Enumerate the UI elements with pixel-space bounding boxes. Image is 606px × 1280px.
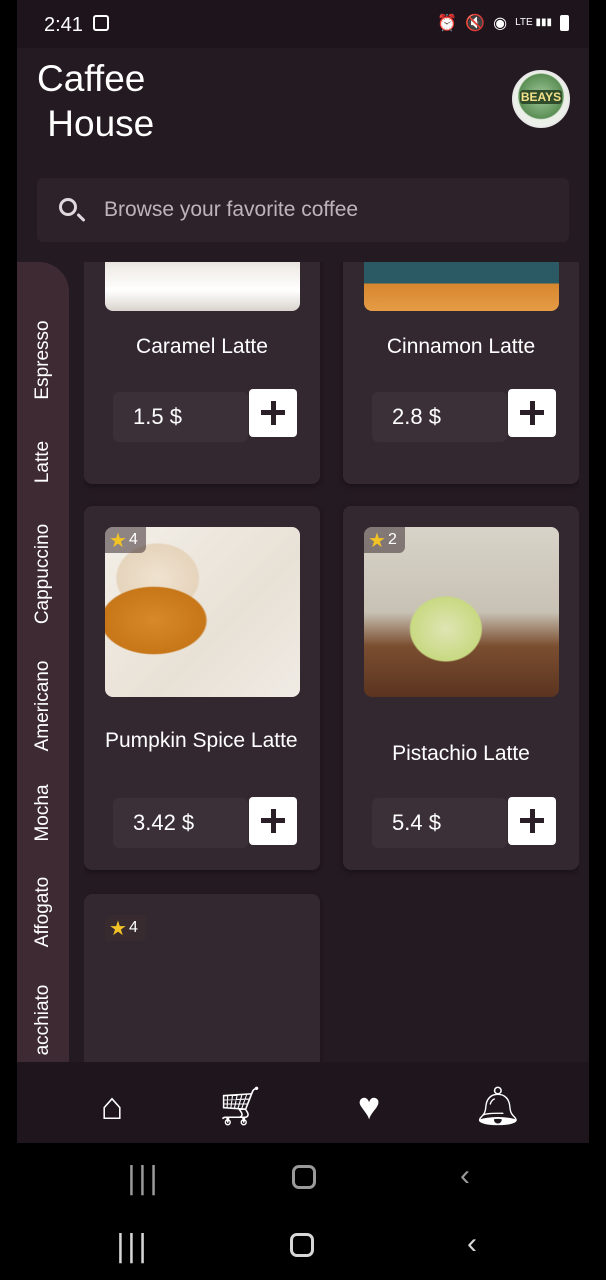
recents-button[interactable]: |||: [102, 1229, 162, 1264]
category-americano[interactable]: Americano: [17, 661, 69, 752]
home-button[interactable]: [274, 1163, 334, 1197]
product-image: ★ 2: [364, 527, 559, 697]
product-name: Pumpkin Spice Latte: [105, 729, 298, 752]
system-navigation-bar: ||| ‹ ||| ‹: [0, 1143, 606, 1280]
home-square-icon: [292, 1165, 316, 1189]
product-image: ★ 4: [105, 915, 300, 1062]
category-latte[interactable]: Latte: [17, 441, 69, 483]
search-icon: [59, 198, 77, 216]
add-to-cart-button[interactable]: [508, 797, 556, 845]
back-button[interactable]: ‹: [442, 1227, 502, 1261]
category-macchiato[interactable]: acchiato: [17, 985, 69, 1056]
product-card[interactable]: Caramel Latte 1.5 $: [84, 262, 320, 484]
category-label: Mocha: [32, 784, 53, 842]
rating-value: 2: [387, 531, 397, 548]
avatar[interactable]: BEAYS: [512, 70, 570, 128]
back-button[interactable]: ‹: [435, 1159, 495, 1193]
price-box: 3.42 $: [113, 798, 248, 848]
page-title: Caffee House: [37, 58, 155, 144]
status-bar: 2:41 ⏰ 🔇 ◉ LTE ▮▮▮: [17, 0, 589, 48]
category-sidebar: Espresso Latte Cappuccino Americano Moch…: [17, 262, 69, 1062]
product-name: Cinnamon Latte: [386, 335, 536, 358]
status-time: 2:41: [44, 14, 83, 36]
product-image: [105, 262, 300, 311]
category-label: Espresso: [32, 320, 53, 400]
favorite-icon[interactable]: ♥: [339, 1062, 399, 1143]
product-card[interactable]: ★ 2 Pistachio Latte 5.4 $: [343, 506, 579, 870]
rating-badge: ★ 4: [105, 527, 146, 553]
star-icon: ★: [109, 917, 127, 940]
avatar-logo-text: BEAYS: [520, 90, 562, 104]
home-icon[interactable]: ⌂: [82, 1062, 142, 1143]
category-label: Affogato: [32, 876, 53, 948]
rating-value: 4: [128, 919, 138, 936]
home-square-icon: [290, 1233, 314, 1257]
lte-signal-icon: LTE ▮▮▮: [515, 17, 552, 28]
add-to-cart-button[interactable]: [249, 797, 297, 845]
status-icons: ⏰ 🔇 ◉ LTE ▮▮▮: [437, 13, 569, 33]
category-label: Latte: [32, 440, 53, 484]
product-name: Pistachio Latte: [392, 742, 530, 765]
category-label: acchiato: [32, 984, 53, 1056]
product-card[interactable]: ★ 4 Pumpkin Spice Latte 3.42 $: [84, 506, 320, 870]
search-input[interactable]: [104, 178, 544, 242]
hotspot-icon: ◉: [493, 15, 508, 32]
alarm-icon: ⏰: [437, 15, 458, 32]
category-affogato[interactable]: Affogato: [17, 877, 69, 947]
bottom-navigation: ⌂ 🛒︎ ♥ 🔔︎: [17, 1062, 589, 1143]
category-espresso[interactable]: Espresso: [17, 320, 69, 399]
category-label: Americano: [32, 660, 53, 752]
category-label: Cappuccino: [32, 523, 53, 625]
notification-icon[interactable]: 🔔︎: [468, 1062, 528, 1143]
product-grid: Caramel Latte 1.5 $ Cinnamon Latte 2.8 $…: [84, 262, 579, 1062]
add-to-cart-button[interactable]: [249, 389, 297, 437]
price-box: 1.5 $: [113, 392, 248, 442]
rating-value: 4: [128, 531, 138, 548]
recents-button[interactable]: |||: [113, 1161, 173, 1196]
mute-icon: 🔇: [465, 15, 486, 32]
rating-badge: ★ 4: [105, 915, 146, 941]
home-button[interactable]: [272, 1231, 332, 1265]
product-image: ★ 4: [105, 527, 300, 697]
star-icon: ★: [109, 529, 127, 552]
search-bar[interactable]: [37, 178, 569, 242]
app-screen: 2:41 ⏰ 🔇 ◉ LTE ▮▮▮ Caffee House BEAYS Es…: [17, 0, 589, 1143]
product-price: 3.42 $: [133, 810, 195, 835]
product-price: 1.5 $: [133, 404, 182, 429]
product-image: [364, 262, 559, 311]
product-card[interactable]: ★ 4: [84, 894, 320, 1062]
category-cappuccino[interactable]: Cappuccino: [17, 524, 69, 624]
cart-icon[interactable]: 🛒︎: [210, 1062, 270, 1143]
battery-icon: [560, 15, 569, 31]
price-box: 5.4 $: [372, 798, 507, 848]
price-box: 2.8 $: [372, 392, 507, 442]
screenshot-icon: [93, 15, 109, 31]
product-name: Caramel Latte: [136, 335, 268, 358]
lte-label: LTE: [515, 17, 533, 28]
product-price: 5.4 $: [392, 810, 441, 835]
rating-badge: ★ 2: [364, 527, 405, 553]
product-price: 2.8 $: [392, 404, 441, 429]
product-card[interactable]: Cinnamon Latte 2.8 $: [343, 262, 579, 484]
add-to-cart-button[interactable]: [508, 389, 556, 437]
category-mocha[interactable]: Mocha: [17, 784, 69, 841]
star-icon: ★: [368, 529, 386, 552]
